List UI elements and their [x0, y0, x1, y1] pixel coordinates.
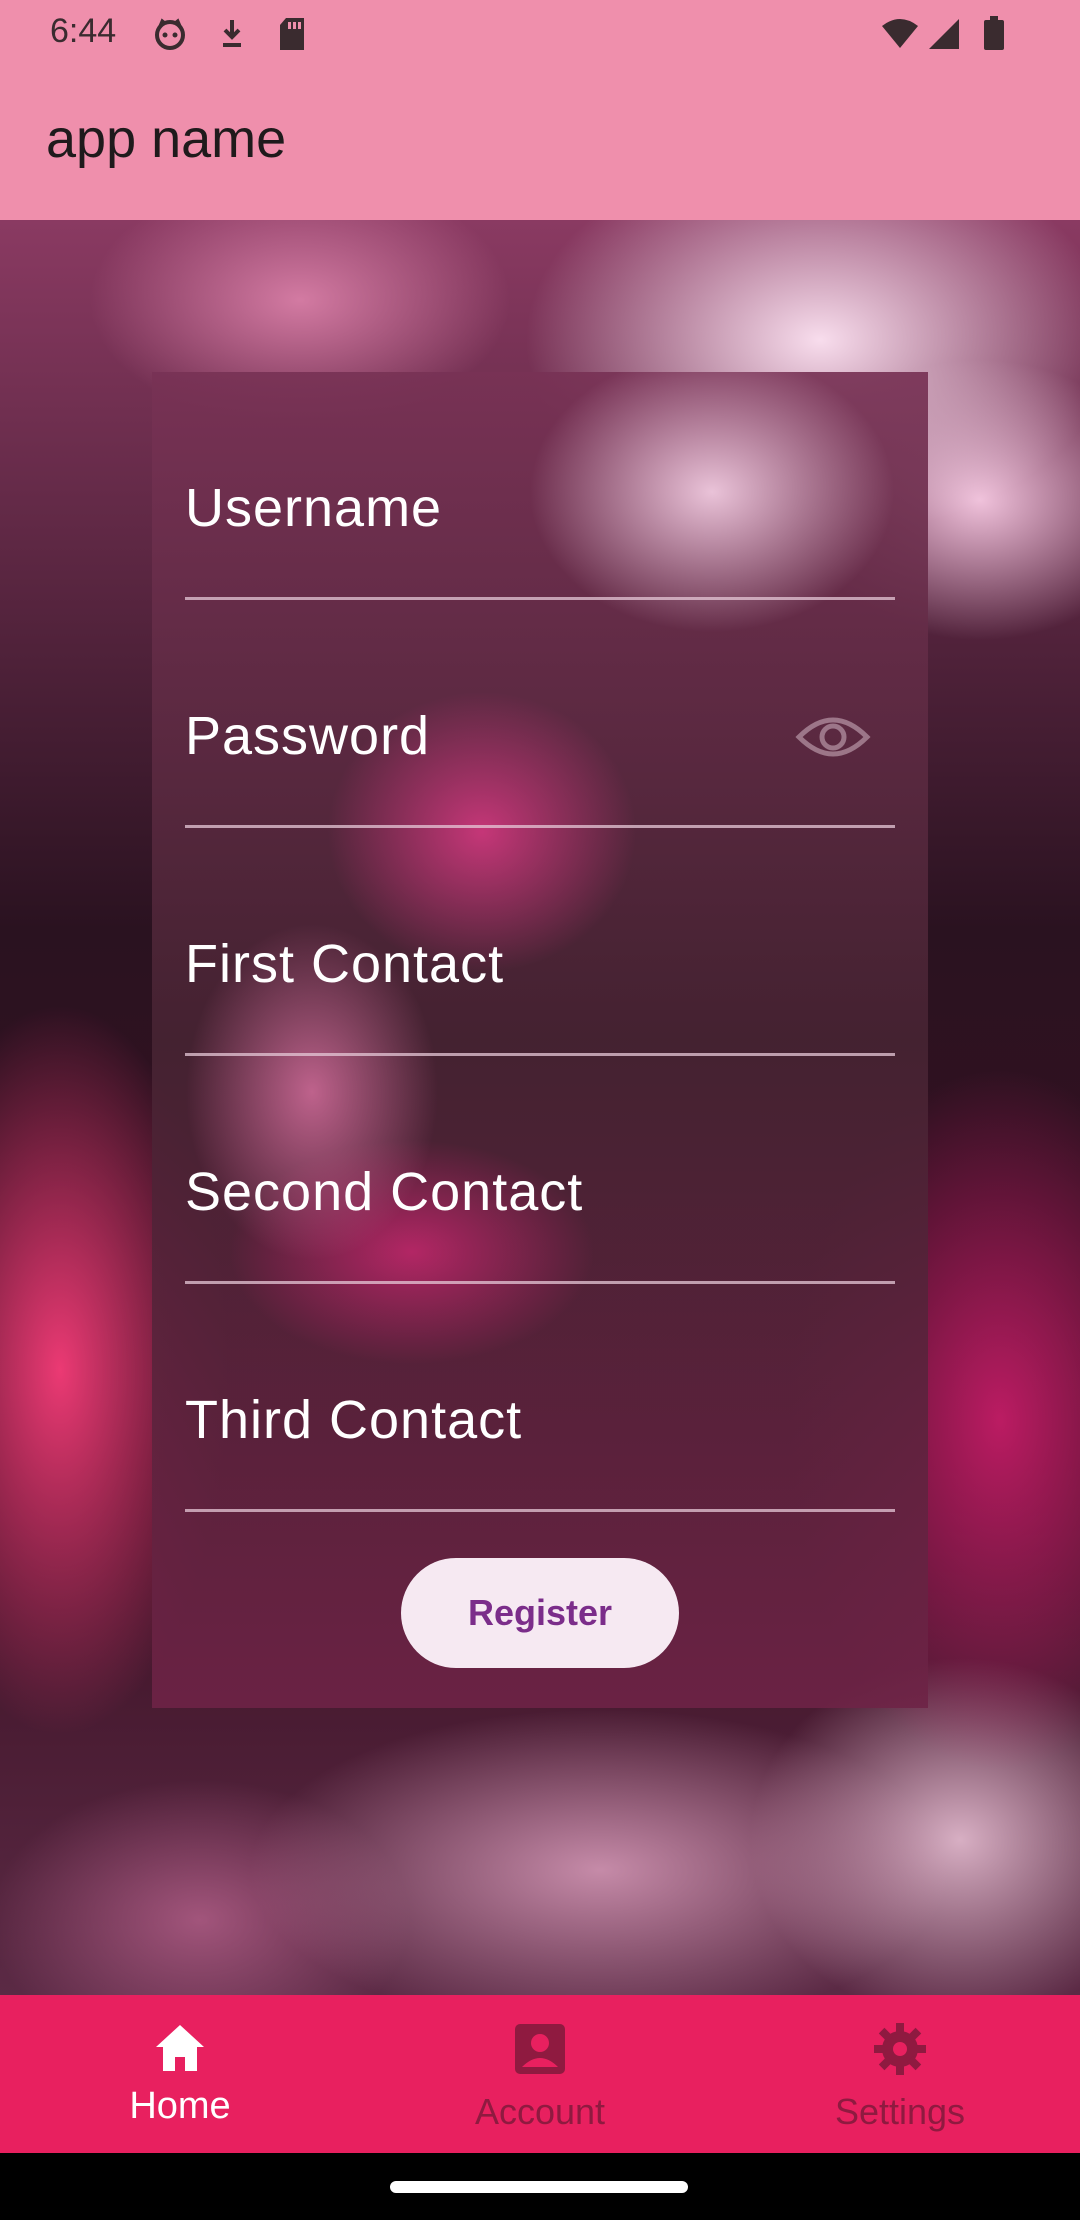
- username-field[interactable]: Username: [185, 372, 895, 600]
- app-bar: app name: [0, 66, 1080, 220]
- gear-icon: [870, 2019, 930, 2079]
- signal-icon: [926, 16, 962, 52]
- eye-icon[interactable]: [795, 709, 871, 765]
- gesture-bar: [0, 2153, 1080, 2220]
- gesture-handle[interactable]: [390, 2181, 688, 2193]
- password-field[interactable]: Password: [185, 600, 895, 828]
- registration-card: Username Password First Contact Second C…: [152, 372, 928, 1708]
- download-icon: [214, 16, 250, 52]
- third-contact-label: Third Contact: [185, 1390, 523, 1450]
- sd-card-icon: [274, 16, 310, 52]
- battery-icon: [976, 16, 1012, 52]
- password-label: Password: [185, 706, 431, 766]
- status-bar: 6:44: [0, 0, 1080, 66]
- register-button[interactable]: Register: [401, 1558, 679, 1668]
- nav-item-home[interactable]: Home: [0, 1995, 360, 2153]
- home-icon: [150, 2019, 210, 2079]
- account-icon: [510, 2019, 570, 2079]
- nav-label-account: Account: [474, 2091, 606, 2132]
- username-label: Username: [185, 478, 443, 538]
- app-title: app name: [46, 109, 287, 169]
- nav-label-home: Home: [129, 2085, 231, 2127]
- status-time: 6:44: [50, 12, 117, 50]
- bottom-navigation: Home Account Settings: [0, 1995, 1080, 2153]
- second-contact-field[interactable]: Second Contact: [185, 1056, 895, 1284]
- nav-label-settings: Settings: [834, 2091, 966, 2132]
- second-contact-label: Second Contact: [185, 1162, 584, 1222]
- first-contact-label: First Contact: [185, 934, 505, 994]
- third-contact-field[interactable]: Third Contact: [185, 1284, 895, 1512]
- nav-item-settings[interactable]: Settings: [720, 1995, 1080, 2153]
- cat-face-icon: [152, 16, 188, 52]
- nav-item-account[interactable]: Account: [360, 1995, 720, 2153]
- first-contact-field[interactable]: First Contact: [185, 828, 895, 1056]
- wifi-icon: [880, 16, 920, 52]
